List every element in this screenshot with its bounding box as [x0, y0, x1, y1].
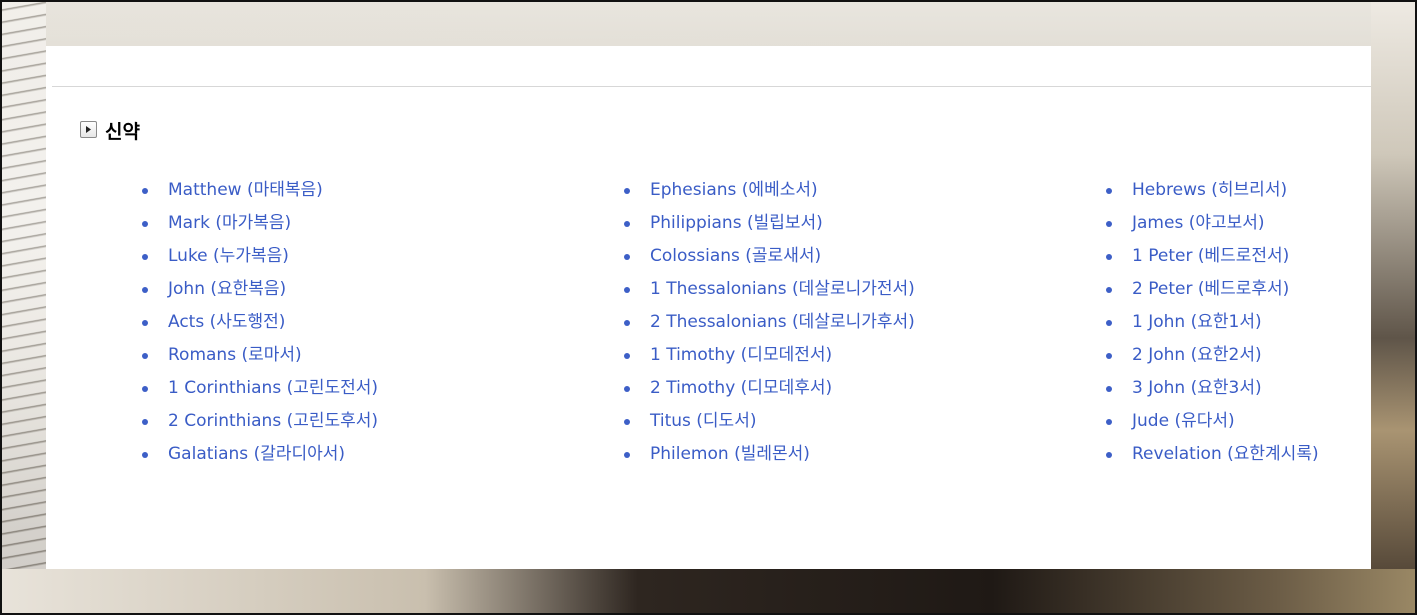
book-link[interactable]: Revelation (요한계시록): [1132, 438, 1319, 471]
section-header-new-testament: 신약: [80, 116, 140, 143]
book-link[interactable]: Colossians (골로새서): [650, 240, 821, 273]
bullet-icon: [624, 254, 630, 260]
play-triangle-icon: [86, 125, 91, 133]
book-link[interactable]: Ephesians (에베소서): [650, 174, 818, 207]
book-link[interactable]: 1 Timothy (디모데전서): [650, 339, 832, 372]
bullet-icon: [142, 452, 148, 458]
book-link[interactable]: 2 Peter (베드로후서): [1132, 273, 1289, 306]
bullet-icon: [1106, 419, 1112, 425]
bullet-icon: [142, 287, 148, 293]
panel-divider: [52, 86, 1371, 87]
book-link[interactable]: 2 Corinthians (고린도후서): [168, 405, 378, 438]
book-link[interactable]: 2 Timothy (디모데후서): [650, 372, 832, 405]
bullet-icon: [624, 452, 630, 458]
section-title: 신약: [105, 121, 140, 143]
book-link[interactable]: Galatians (갈라디아서): [168, 438, 345, 471]
bullet-icon: [1106, 221, 1112, 227]
bullet-icon: [142, 353, 148, 359]
book-link[interactable]: 1 Peter (베드로전서): [1132, 240, 1289, 273]
book-link[interactable]: John (요한복음): [168, 273, 286, 306]
expand-toggle-button[interactable]: [80, 120, 97, 138]
book-link[interactable]: Jude (유다서): [1132, 405, 1235, 438]
book-link[interactable]: Philippians (빌립보서): [650, 207, 823, 240]
bullet-icon: [1106, 287, 1112, 293]
bullet-icon: [142, 386, 148, 392]
bullet-icon: [624, 320, 630, 326]
bullet-icon: [142, 188, 148, 194]
book-link[interactable]: 1 Corinthians (고린도전서): [168, 372, 378, 405]
book-link[interactable]: 2 Thessalonians (데살로니가후서): [650, 306, 915, 339]
bullet-icon: [624, 419, 630, 425]
book-link[interactable]: Matthew (마태복음): [168, 174, 323, 207]
bullet-icon: [624, 353, 630, 359]
bullet-icon: [1106, 452, 1112, 458]
bullet-icon: [624, 221, 630, 227]
bullet-icon: [624, 287, 630, 293]
bullet-icon: [1106, 188, 1112, 194]
background-book-bottom: [0, 569, 1417, 615]
background-book-pages: [0, 0, 46, 615]
book-link[interactable]: 2 John (요한2서): [1132, 339, 1262, 372]
book-link[interactable]: Luke (누가복음): [168, 240, 289, 273]
book-link[interactable]: Titus (디도서): [650, 405, 756, 438]
book-link[interactable]: Acts (사도행전): [168, 306, 285, 339]
book-link[interactable]: Philemon (빌레몬서): [650, 438, 810, 471]
bullet-icon: [142, 320, 148, 326]
bullet-icon: [624, 188, 630, 194]
book-link[interactable]: 1 John (요한1서): [1132, 306, 1262, 339]
bullet-icon: [142, 221, 148, 227]
book-link[interactable]: James (야고보서): [1132, 207, 1265, 240]
bullet-icon: [142, 419, 148, 425]
bullet-icon: [1106, 320, 1112, 326]
bullet-icon: [142, 254, 148, 260]
book-link[interactable]: Romans (로마서): [168, 339, 302, 372]
book-link[interactable]: Mark (마가복음): [168, 207, 291, 240]
book-link[interactable]: 1 Thessalonians (데살로니가전서): [650, 273, 915, 306]
bullet-icon: [1106, 254, 1112, 260]
book-link[interactable]: 3 John (요한3서): [1132, 372, 1262, 405]
background-book-edge: [1371, 0, 1417, 615]
content-panel: 신약 Matthew (마태복음) Mark (마가복음) Luke (누가복음…: [46, 46, 1371, 569]
bullet-icon: [1106, 386, 1112, 392]
book-link[interactable]: Hebrews (히브리서): [1132, 174, 1287, 207]
bullet-icon: [1106, 353, 1112, 359]
bullet-icon: [624, 386, 630, 392]
